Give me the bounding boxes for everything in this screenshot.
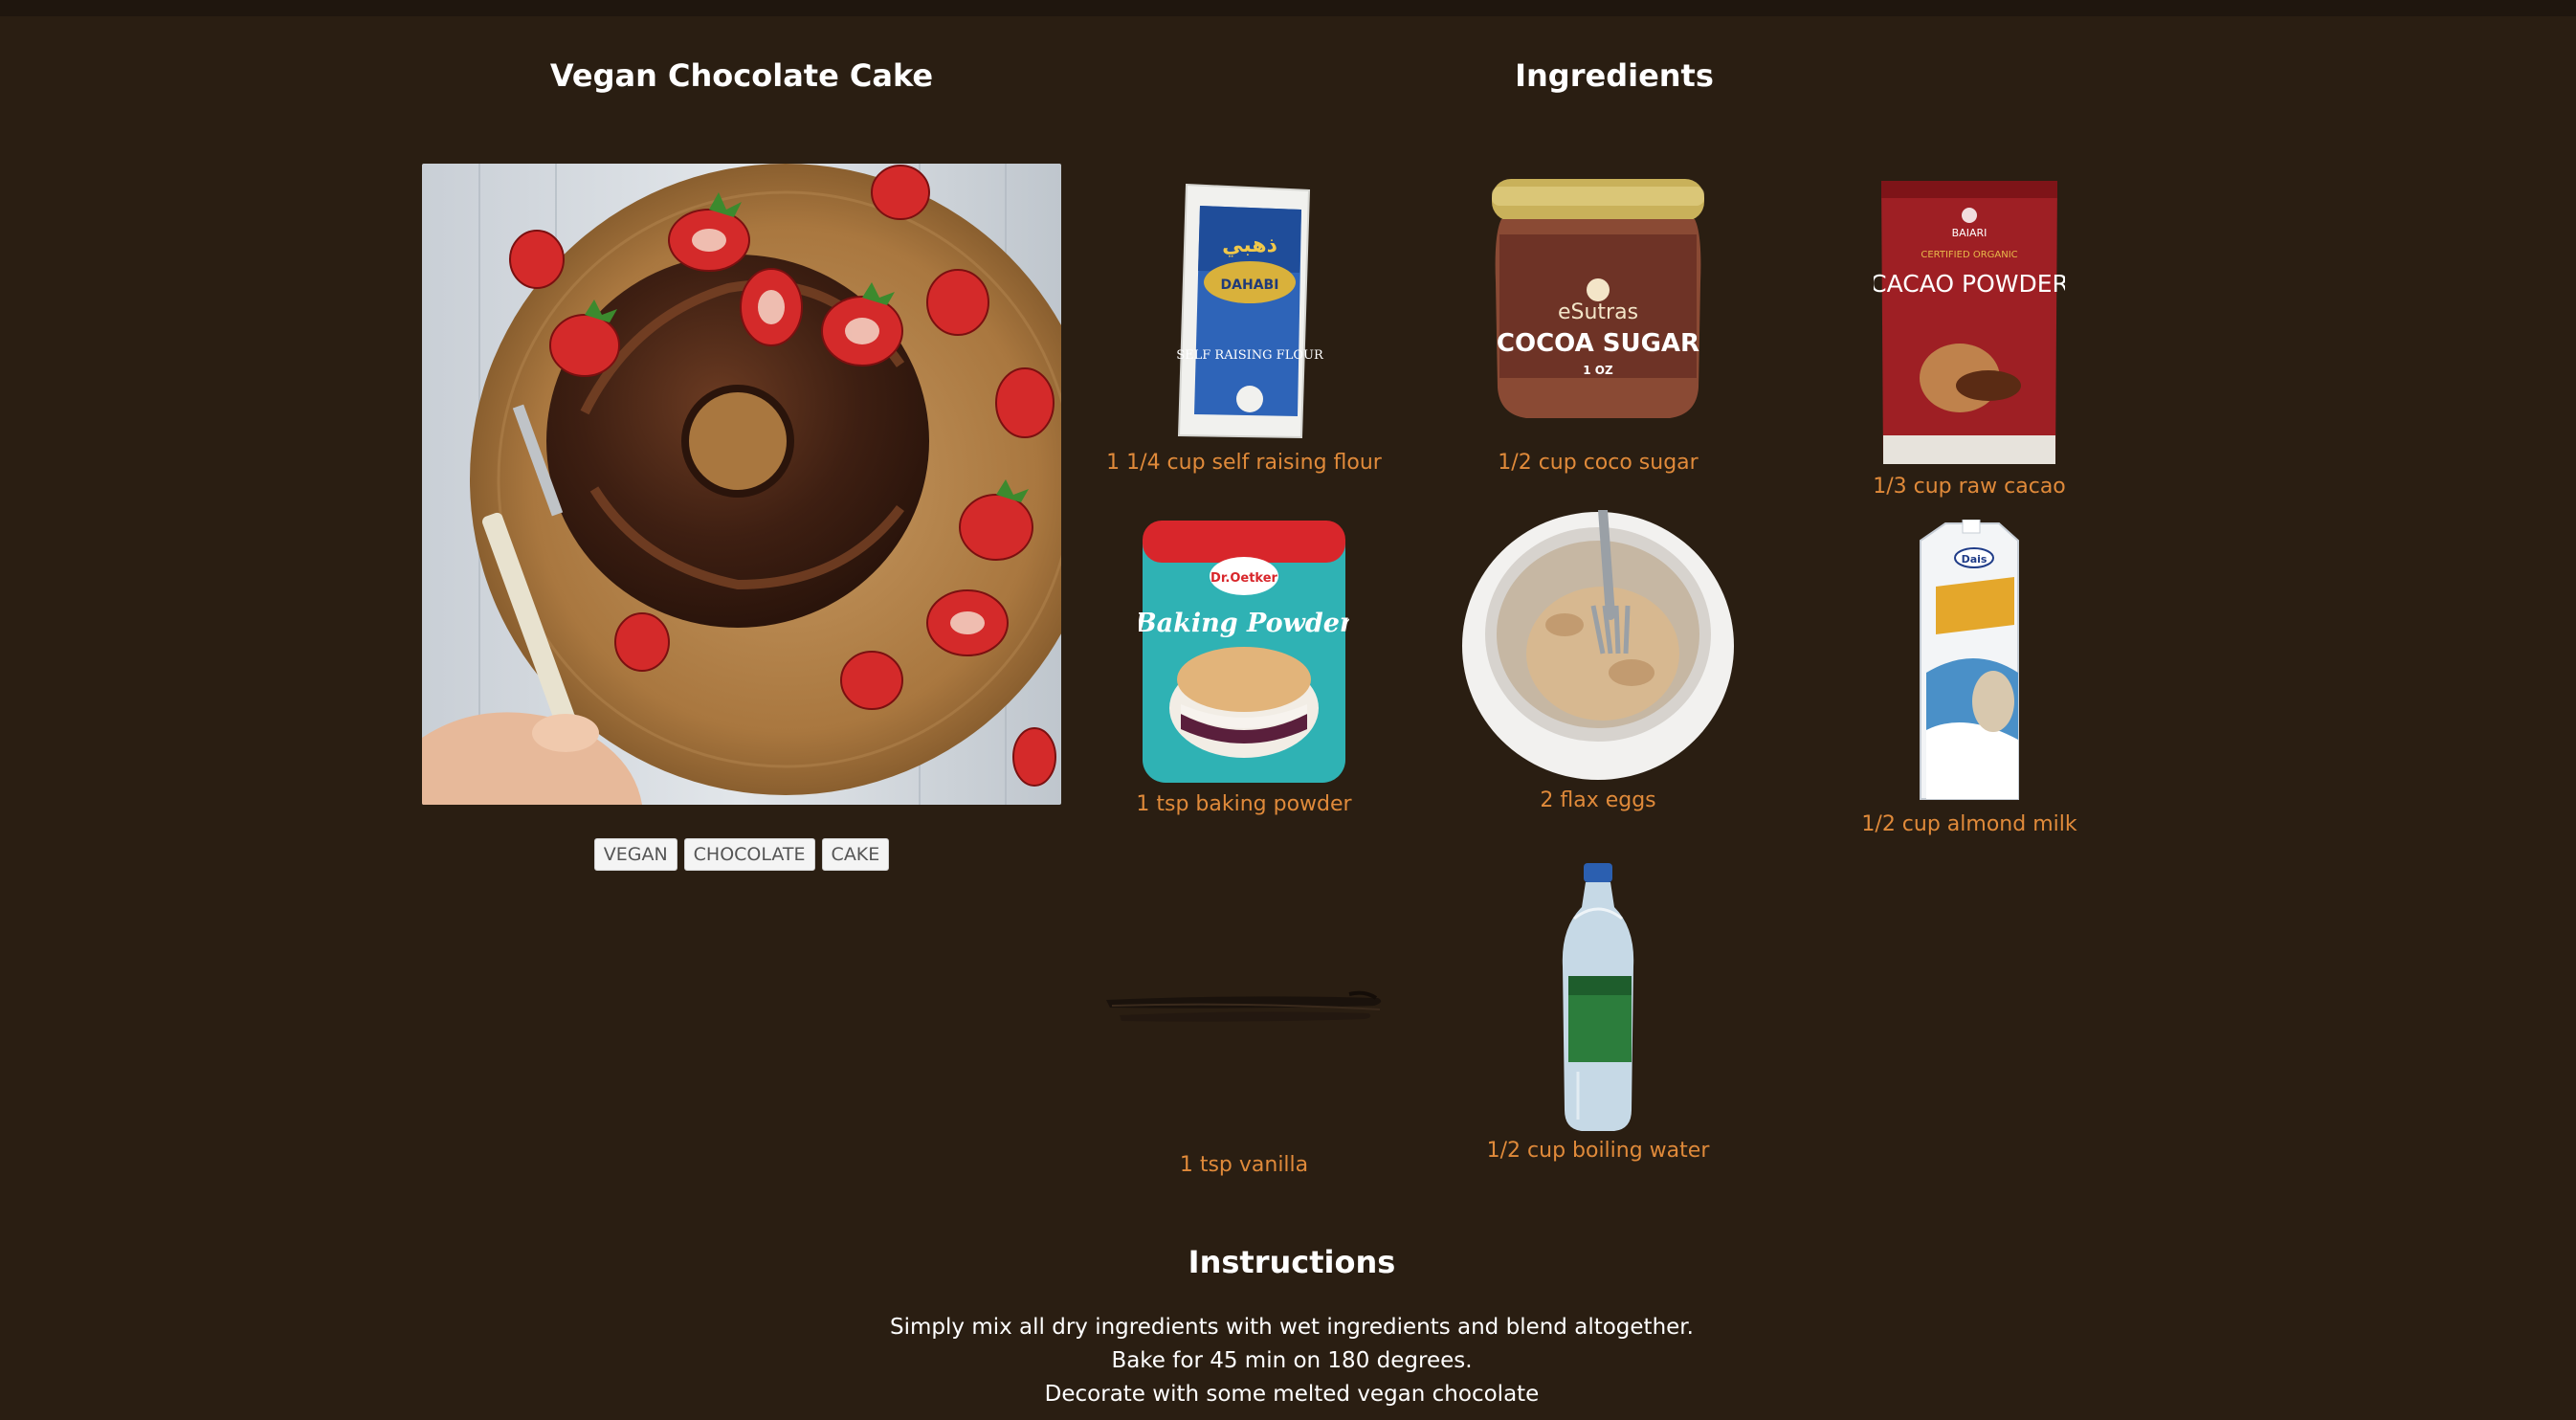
ingredient-vanilla: 1 tsp vanilla	[1081, 981, 1407, 1177]
almond-milk-carton-icon: Dais	[1920, 520, 2019, 800]
sugar-name-text: COCOA SUGAR	[1497, 329, 1699, 358]
bp-brand-text: Dr.Oetker	[1210, 571, 1277, 586]
sugar-brand-text: eSutras	[1558, 300, 1638, 324]
ingredient-flour: ذهبي DAHABI SELF RAISING FLOUR 1 1/4 cup…	[1081, 177, 1407, 475]
sugar-size-text: 1 OZ	[1583, 364, 1613, 377]
bp-name-text: Baking Powder	[1139, 609, 1349, 638]
tag-cake[interactable]: CAKE	[821, 838, 890, 871]
ingredient-label: 2 flax eggs	[1540, 788, 1656, 812]
ingredient-almond-milk: Dais 1/2 cup almond milk	[1807, 520, 2132, 836]
ingredient-label: 1 1/4 cup self raising flour	[1106, 451, 1382, 475]
ingredient-label: 1/2 cup boiling water	[1486, 1139, 1710, 1163]
flour-brand-text: DAHABI	[1221, 277, 1279, 293]
ingredient-cacao: BAIARI CERTIFIED ORGANIC CACAO POWDER 1/…	[1807, 177, 2132, 499]
flax-egg-bowl-icon	[1462, 510, 1734, 780]
cacao-pouch-icon: BAIARI CERTIFIED ORGANIC CACAO POWDER	[1874, 181, 2065, 464]
ingredient-flax-eggs: 2 flax eggs	[1435, 510, 1761, 812]
ingredient-label: 1/2 cup coco sugar	[1498, 451, 1699, 475]
cacao-brand-text: BAIARI	[1952, 227, 1988, 239]
ingredient-label: 1/2 cup almond milk	[1861, 812, 2077, 836]
cake-photo	[422, 164, 1061, 805]
cacao-note-text: CERTIFIED ORGANIC	[1921, 250, 2017, 260]
cacao-name-text: CACAO POWDER	[1874, 270, 2065, 298]
instruction-line: Simply mix all dry ingredients with wet …	[890, 1315, 1694, 1340]
milk-brand-text: Dais	[1962, 553, 1988, 566]
ingredient-baking-powder: Dr.Oetker Baking Powder 1 tsp baking pow…	[1081, 517, 1407, 816]
tag-vegan[interactable]: VEGAN	[593, 838, 677, 871]
tag-chocolate[interactable]: CHOCOLATE	[683, 838, 815, 871]
vanilla-pod-icon	[1106, 990, 1382, 1022]
ingredient-label: 1 tsp vanilla	[1179, 1153, 1309, 1177]
ingredients-title: Ingredients	[1515, 57, 1714, 94]
instruction-line: Bake for 45 min on 180 degrees.	[1111, 1348, 1473, 1373]
ingredient-label: 1/3 cup raw cacao	[1873, 475, 2066, 499]
top-bar	[0, 0, 2576, 16]
water-bottle-icon	[1562, 863, 1634, 1131]
instructions-title: Instructions	[1188, 1244, 1396, 1280]
flour-arabic-text: ذهبي	[1222, 233, 1277, 257]
flour-name-text: SELF RAISING FLOUR	[1176, 348, 1324, 363]
baking-powder-tin-icon: Dr.Oetker Baking Powder	[1139, 521, 1349, 783]
tag-list: VEGAN CHOCOLATE CAKE	[422, 838, 1061, 871]
ingredient-coco-sugar: eSutras COCOA SUGAR 1 OZ 1/2 cup coco su…	[1435, 177, 1761, 475]
ingredient-label: 1 tsp baking powder	[1136, 792, 1352, 816]
ingredient-boiling-water: 1/2 cup boiling water	[1435, 861, 1761, 1163]
sugar-jar-icon: eSutras COCOA SUGAR 1 OZ	[1492, 179, 1704, 418]
instructions-text: Simply mix all dry ingredients with wet …	[766, 1311, 1818, 1411]
recipe-title: Vegan Chocolate Cake	[549, 57, 934, 94]
flour-bag-icon: ذهبي DAHABI SELF RAISING FLOUR	[1176, 183, 1324, 439]
instruction-line: Decorate with some melted vegan chocolat…	[1044, 1382, 1540, 1407]
